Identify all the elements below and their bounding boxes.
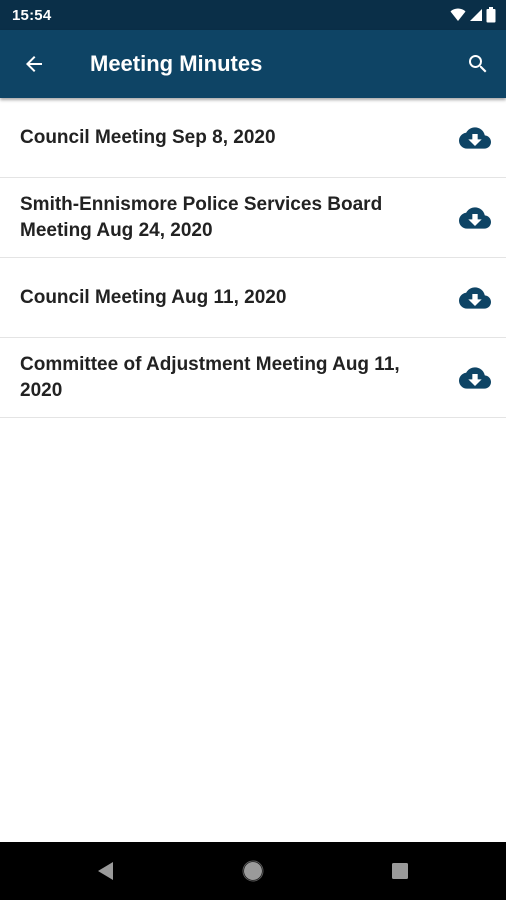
download-button[interactable] (458, 202, 492, 234)
wifi-icon (450, 8, 466, 21)
minutes-title: Council Meeting Sep 8, 2020 (20, 126, 276, 148)
list-item[interactable]: Committee of Adjustment Meeting Aug 11, … (0, 338, 506, 418)
page-title: Meeting Minutes (90, 51, 263, 76)
recents-square-icon (392, 863, 408, 879)
status-icons (450, 7, 496, 23)
list-item[interactable]: Council Meeting Sep 8, 2020 (0, 98, 506, 178)
status-bar: 15:54 (0, 0, 506, 30)
app-bar: Meeting Minutes (0, 30, 506, 98)
back-button[interactable] (14, 44, 54, 84)
minutes-title: Smith-Ennismore Police Services Board Me… (20, 193, 383, 241)
cloud-download-icon (459, 207, 491, 229)
search-icon (469, 55, 487, 73)
back-triangle-icon (98, 862, 113, 880)
minutes-title: Council Meeting Aug 11, 2020 (20, 286, 287, 308)
nav-recents-button[interactable] (370, 842, 430, 900)
list-item[interactable]: Smith-Ennismore Police Services Board Me… (0, 178, 506, 258)
nav-home-button[interactable] (223, 842, 283, 900)
cloud-download-icon (459, 287, 491, 309)
nav-back-button[interactable] (76, 842, 136, 900)
download-button[interactable] (458, 282, 492, 314)
download-button[interactable] (458, 362, 492, 394)
cloud-download-icon (459, 127, 491, 149)
battery-icon (486, 7, 496, 23)
home-circle-icon (242, 860, 264, 882)
minutes-title: Committee of Adjustment Meeting Aug 11, … (20, 353, 400, 401)
list-item[interactable]: Council Meeting Aug 11, 2020 (0, 258, 506, 338)
signal-icon (470, 9, 482, 21)
search-button[interactable] (458, 44, 498, 84)
minutes-list: Council Meeting Sep 8, 2020 Smith-Ennism… (0, 98, 506, 418)
cloud-download-icon (459, 367, 491, 389)
status-time: 15:54 (12, 6, 52, 24)
system-nav-bar (0, 842, 506, 900)
download-button[interactable] (458, 122, 492, 154)
arrow-back-icon (26, 56, 42, 72)
